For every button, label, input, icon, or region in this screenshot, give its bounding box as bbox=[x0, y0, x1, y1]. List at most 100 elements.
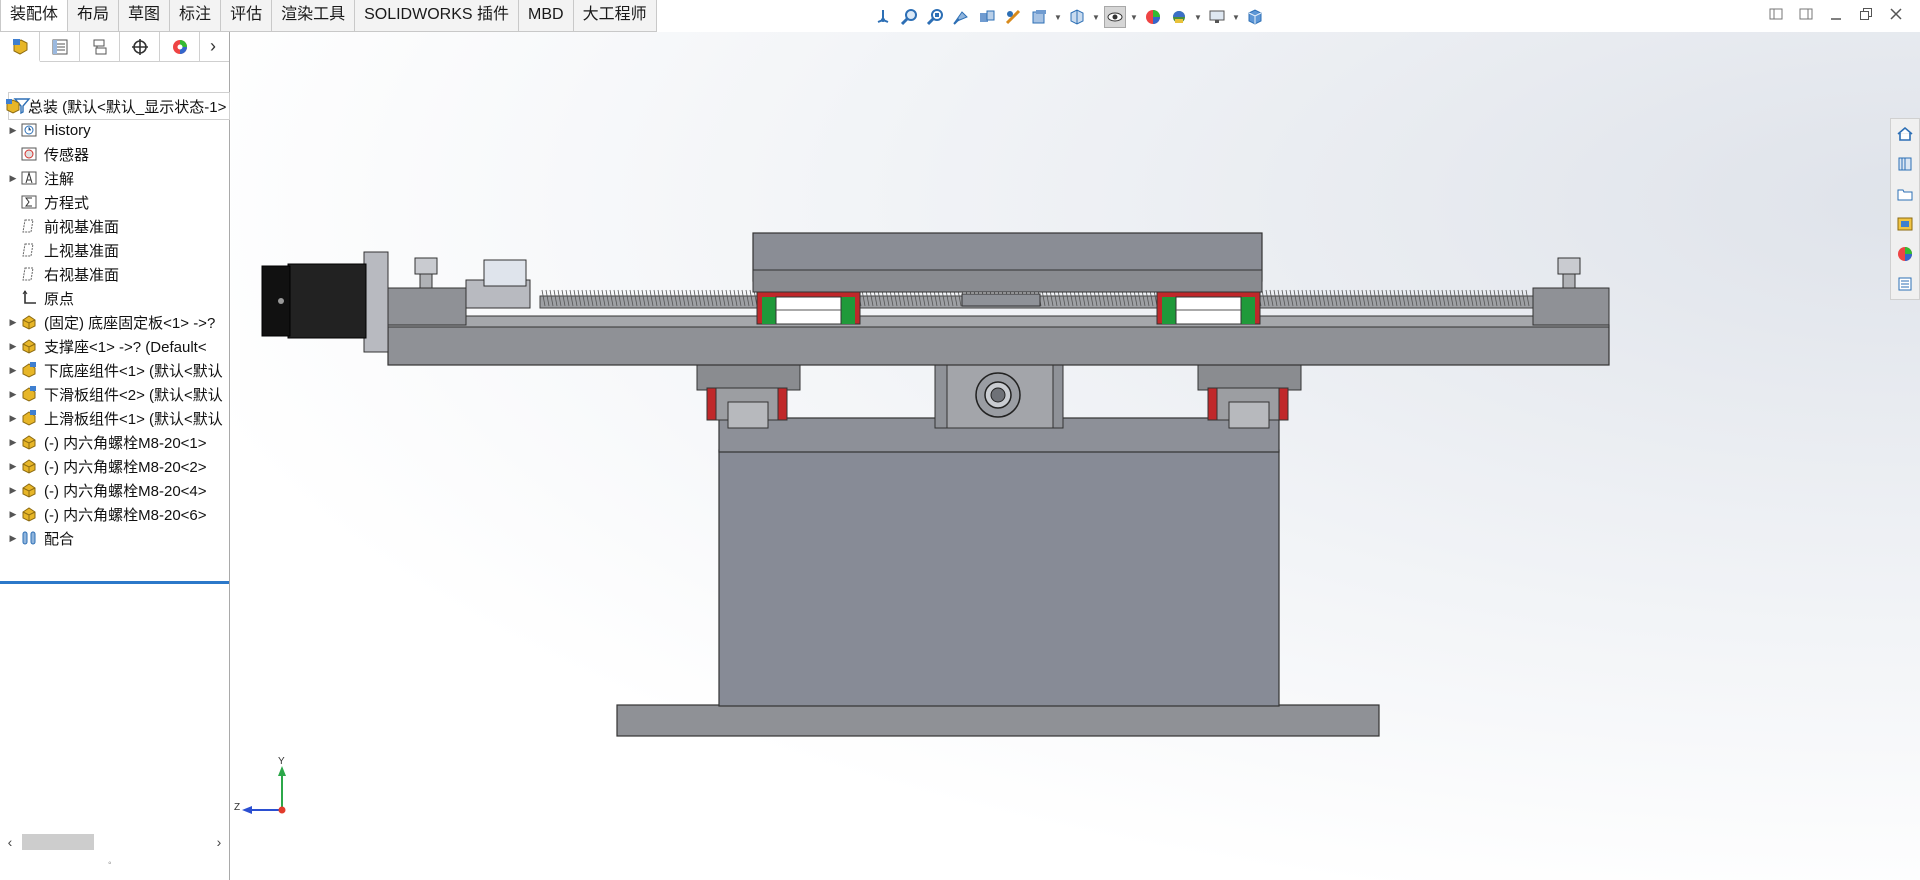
tree-node[interactable]: ▶ History bbox=[0, 118, 229, 142]
scrollbar-track[interactable] bbox=[20, 834, 209, 850]
view-orientation-icon[interactable] bbox=[872, 6, 894, 28]
expand-arrow-icon[interactable]: ▶ bbox=[6, 317, 20, 328]
screw-nut bbox=[961, 293, 1041, 307]
tab-display-manager[interactable] bbox=[160, 31, 200, 62]
close-icon[interactable] bbox=[1888, 6, 1904, 22]
tree-node[interactable]: ▶ (-) 内六角螺栓M8-20<4> bbox=[0, 478, 229, 502]
graphics-area[interactable] bbox=[231, 32, 1920, 880]
tree-node[interactable]: ▶ (固定) 底座固定板<1> ->? bbox=[0, 310, 229, 334]
tab-markup[interactable]: 标注 bbox=[170, 0, 222, 31]
scrollbar-thumb[interactable] bbox=[22, 834, 94, 850]
expand-arrow-icon[interactable]: ▶ bbox=[6, 365, 20, 376]
expand-arrow-icon[interactable]: ▶ bbox=[6, 341, 20, 352]
tree-node[interactable]: ▶原点 bbox=[0, 286, 229, 310]
tree-node[interactable]: ▶方程式 bbox=[0, 190, 229, 214]
expand-arrow-icon[interactable]: ▶ bbox=[6, 389, 20, 400]
tree-node[interactable]: ▶右视基准面 bbox=[0, 262, 229, 286]
main-beam bbox=[387, 324, 1610, 366]
expand-arrow-icon[interactable]: ▶ bbox=[6, 125, 20, 136]
display-style-icon[interactable] bbox=[1028, 6, 1050, 28]
lower-rail-cap-left bbox=[727, 401, 769, 429]
tree-node[interactable]: ▶上视基准面 bbox=[0, 238, 229, 262]
expand-arrow-icon[interactable]: ▶ bbox=[6, 509, 20, 520]
dynamic-annotation-icon[interactable] bbox=[1002, 6, 1024, 28]
chevron-down-icon[interactable]: ▼ bbox=[1194, 13, 1202, 22]
tree-node[interactable]: ▶ (-) 内六角螺栓M8-20<6> bbox=[0, 502, 229, 526]
tree-node[interactable]: ▶ (-) 内六角螺栓M8-20<1> bbox=[0, 430, 229, 454]
zoom-to-area-icon[interactable] bbox=[924, 6, 946, 28]
tab-assembly[interactable]: 装配体 bbox=[0, 0, 69, 31]
minimize-icon[interactable] bbox=[1828, 6, 1844, 22]
tree-node-label: 注解 bbox=[44, 170, 75, 188]
appearances-icon[interactable] bbox=[1891, 241, 1919, 267]
tab-engineer[interactable]: 大工程师 bbox=[574, 0, 657, 31]
expand-arrow-icon[interactable]: ▶ bbox=[6, 533, 20, 544]
tree-node[interactable]: ▶ 下底座组件<1> (默认<默认 bbox=[0, 358, 229, 382]
expand-arrow-icon[interactable]: ▶ bbox=[6, 437, 20, 448]
tab-feature-tree[interactable] bbox=[0, 31, 40, 62]
tree-node[interactable]: ▶ 注解 bbox=[0, 166, 229, 190]
assembly-model-view[interactable] bbox=[231, 32, 1920, 880]
tab-mbd[interactable]: MBD bbox=[519, 0, 574, 31]
section-view-icon[interactable] bbox=[976, 6, 998, 28]
design-library-icon[interactable] bbox=[1891, 151, 1919, 177]
tab-sketch[interactable]: 草图 bbox=[119, 0, 171, 31]
view-settings-icon[interactable] bbox=[1206, 6, 1228, 28]
chevron-right-icon[interactable]: › bbox=[200, 32, 226, 62]
tab-evaluate[interactable]: 评估 bbox=[221, 0, 273, 31]
motor-rear bbox=[261, 265, 291, 337]
expand-arrow-icon[interactable]: ▶ bbox=[6, 485, 20, 496]
chevron-down-icon[interactable]: ▼ bbox=[1130, 13, 1138, 22]
base-plate bbox=[616, 704, 1380, 737]
task-pane-strip bbox=[1890, 118, 1920, 300]
hide-show-icon[interactable] bbox=[1066, 6, 1088, 28]
tree-root-assembly[interactable]: 总装 (默认<默认_显示状态-1> bbox=[0, 94, 229, 118]
tree-node-label: (-) 内六角螺栓M8-20<4> bbox=[44, 482, 207, 500]
horizontal-scrollbar[interactable]: ‹ › bbox=[0, 832, 229, 852]
previous-view-icon[interactable] bbox=[950, 6, 972, 28]
expand-arrow-icon[interactable]: ▶ bbox=[6, 413, 20, 424]
file-explorer-icon[interactable] bbox=[1891, 181, 1919, 207]
eye-icon[interactable] bbox=[1104, 6, 1126, 28]
tab-dimxpert[interactable] bbox=[120, 31, 160, 62]
history-icon bbox=[20, 121, 38, 139]
tree-node[interactable]: ▶ (-) 内六角螺栓M8-20<2> bbox=[0, 454, 229, 478]
tab-configuration-manager[interactable] bbox=[80, 31, 120, 62]
chevron-down-icon[interactable]: ▼ bbox=[1232, 13, 1240, 22]
tree-node[interactable]: ▶前视基准面 bbox=[0, 214, 229, 238]
home-icon[interactable] bbox=[1891, 121, 1919, 147]
tab-layout[interactable]: 布局 bbox=[68, 0, 120, 31]
tab-property-manager[interactable] bbox=[40, 31, 80, 62]
tree-node[interactable]: ▶传感器 bbox=[0, 142, 229, 166]
tab-render-tools[interactable]: 渲染工具 bbox=[272, 0, 356, 31]
bolt-shank bbox=[1562, 273, 1576, 289]
view-palette-icon[interactable] bbox=[1891, 211, 1919, 237]
cube-view-icon[interactable] bbox=[1244, 6, 1266, 28]
command-manager-tabs: 装配体 布局 草图 标注 评估 渲染工具 SOLIDWORKS 插件 MBD 大… bbox=[0, 0, 657, 32]
part-icon bbox=[20, 481, 38, 499]
zoom-to-fit-icon[interactable] bbox=[898, 6, 920, 28]
tile-left-icon[interactable] bbox=[1768, 6, 1784, 22]
tree-node[interactable]: ▶ 配合 bbox=[0, 526, 229, 550]
apply-scene-icon[interactable] bbox=[1168, 6, 1190, 28]
tree-node-label: 配合 bbox=[44, 530, 75, 548]
heads-up-view-toolbar: ▼ ▼ ▼ ▼ ▼ bbox=[872, 4, 1266, 30]
splitter-grip-icon[interactable]: ◦ bbox=[108, 858, 112, 869]
feature-manager-panel: › 总装 (默认<默认_显示状态-1> ▶History▶传感器▶注解▶方程式▶… bbox=[0, 31, 230, 880]
expand-arrow-icon[interactable]: ▶ bbox=[6, 461, 20, 472]
tab-solidworks-addins[interactable]: SOLIDWORKS 插件 bbox=[355, 0, 520, 31]
expand-arrow-icon[interactable]: ▶ bbox=[6, 173, 20, 184]
custom-properties-icon[interactable] bbox=[1891, 271, 1919, 297]
chevron-down-icon[interactable]: ▼ bbox=[1054, 13, 1062, 22]
restore-icon[interactable] bbox=[1858, 6, 1874, 22]
motor-flange bbox=[363, 251, 389, 353]
edit-appearance-icon[interactable] bbox=[1142, 6, 1164, 28]
chevron-right-icon[interactable]: › bbox=[209, 834, 229, 850]
tree-node[interactable]: ▶ 支撑座<1> ->? (Default< bbox=[0, 334, 229, 358]
chevron-left-icon[interactable]: ‹ bbox=[0, 834, 20, 850]
tree-node[interactable]: ▶ 下滑板组件<2> (默认<默认 bbox=[0, 382, 229, 406]
chevron-down-icon[interactable]: ▼ bbox=[1092, 13, 1100, 22]
tile-right-icon[interactable] bbox=[1798, 6, 1814, 22]
tree-node[interactable]: ▶ 上滑板组件<1> (默认<默认 bbox=[0, 406, 229, 430]
plane-icon bbox=[20, 241, 38, 259]
